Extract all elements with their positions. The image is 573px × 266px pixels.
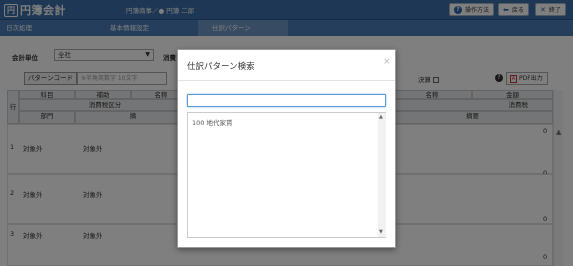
pattern-list[interactable]: 100 地代家賃 ▲ ▼ xyxy=(187,112,386,238)
dialog-title: 仕訳パターン検索 xyxy=(187,62,255,72)
close-icon[interactable]: × xyxy=(383,57,391,67)
list-item[interactable]: 100 地代家賃 xyxy=(192,117,232,127)
chevron-down-icon[interactable]: ▼ xyxy=(379,229,383,235)
list-scrollbar[interactable]: ▲ ▼ xyxy=(378,113,386,237)
pattern-search-input[interactable] xyxy=(187,94,386,107)
pattern-search-dialog: 仕訳パターン検索 × 100 地代家賃 ▲ ▼ xyxy=(177,49,396,248)
dialog-divider xyxy=(178,80,395,81)
chevron-up-icon[interactable]: ▲ xyxy=(379,114,383,120)
